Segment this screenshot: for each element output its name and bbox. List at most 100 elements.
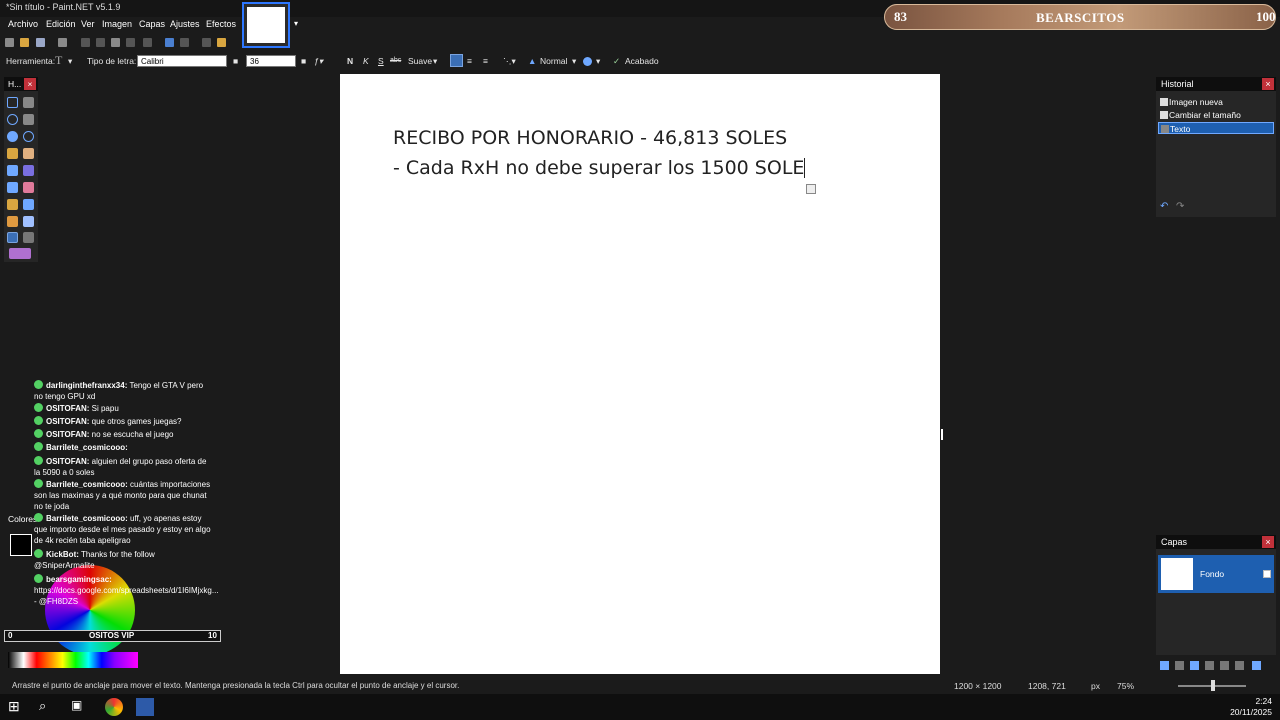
sampling-dropdown-icon[interactable]: ▾ [596,56,600,67]
move-pixels-icon[interactable] [23,114,34,125]
font-select[interactable]: Calibri [137,55,227,67]
italic-button[interactable]: K [363,56,369,66]
badge-icon [34,479,43,488]
copy-icon[interactable] [96,38,105,47]
merge-layer-icon[interactable] [1205,661,1214,670]
close-icon[interactable]: × [1262,78,1274,90]
menu-efectos[interactable]: Efectos [206,19,236,29]
system-clock[interactable]: 2:24 20/11/2025 [1230,696,1272,718]
tab-dropdown-icon[interactable]: ▾ [294,19,298,28]
search-icon[interactable]: ⌕ [39,698,57,716]
windows-start-icon[interactable]: ⊞ [8,698,26,716]
menu-ver[interactable]: Ver [81,19,95,29]
finish-button[interactable]: Acabado [625,56,659,66]
layer-row[interactable]: Fondo [1158,555,1274,593]
move-up-icon[interactable] [1220,661,1229,670]
tool-dropdown-icon[interactable]: ▾ [68,56,72,67]
clone-stamp-icon[interactable] [7,216,18,227]
print-icon[interactable] [58,38,67,47]
fx-icon[interactable]: ƒ▾ [314,56,323,67]
rect-select-icon[interactable] [7,97,18,108]
history-item-selected[interactable]: Texto [1158,122,1274,134]
deselect-icon[interactable] [143,38,152,47]
pan-icon[interactable] [23,148,34,159]
save-icon[interactable] [36,38,45,47]
history-undo-icon[interactable]: ↶ [1160,201,1168,212]
history-header: Historial × [1156,77,1276,91]
recolor-icon[interactable] [23,216,34,227]
delete-layer-icon[interactable] [1175,661,1184,670]
move-selection-icon[interactable] [23,97,34,108]
pencil-icon[interactable] [7,199,18,210]
history-redo-icon[interactable]: ↷ [1176,201,1184,212]
align-right-icon[interactable]: ≡ [483,56,488,66]
brush-icon[interactable] [7,182,18,193]
colors-title: Colores [8,514,38,524]
lasso-icon[interactable] [7,114,18,125]
align-center-icon[interactable]: ≡ [467,56,472,66]
layer-properties-icon[interactable] [1252,661,1261,670]
chrome-icon[interactable] [105,698,123,716]
underline-button[interactable]: S [378,56,384,66]
sampling-icon[interactable] [583,57,592,66]
text-tool-icon[interactable]: T [55,53,62,68]
text-icon[interactable] [7,232,18,243]
layer-visibility-checkbox[interactable] [1263,570,1271,578]
font-size-select[interactable]: 36 [246,55,296,67]
crop-icon[interactable] [126,38,135,47]
image-tab-thumbnail[interactable] [242,2,290,48]
tools-panel-title: H... [8,79,22,89]
primary-color-swatch[interactable] [10,534,32,556]
text-anchor-handle[interactable] [806,184,816,194]
menu-archivo[interactable]: Archivo [8,19,38,29]
history-item[interactable]: Imagen nueva [1158,96,1274,108]
zoom-icon[interactable] [23,131,34,142]
close-icon[interactable]: × [1262,536,1274,548]
new-icon[interactable] [5,38,14,47]
zoom-slider-thumb[interactable] [1211,680,1215,691]
gradient-icon[interactable] [23,165,34,176]
grid-icon[interactable] [202,38,211,47]
color-picker-icon[interactable] [23,199,34,210]
cut-icon[interactable] [81,38,90,47]
eraser-icon[interactable] [23,182,34,193]
menu-capas[interactable]: Capas [139,19,165,29]
vip-left-value: 0 [8,631,13,640]
units-select[interactable]: px [1091,681,1100,691]
menu-edicion[interactable]: Edición [46,19,76,29]
task-view-icon[interactable]: ▣ [71,698,89,716]
line-icon[interactable] [23,232,34,243]
close-icon[interactable]: × [24,78,36,90]
badge-icon [34,380,43,389]
undo-icon[interactable] [165,38,174,47]
select-mode-icon[interactable]: ⋱▾ [503,56,516,67]
ellipse-select-icon[interactable] [7,131,18,142]
align-left-button[interactable] [450,54,463,67]
menu-ajustes[interactable]: Ajustes [170,19,200,29]
shapes-icon[interactable] [9,248,31,259]
color-palette[interactable] [8,652,138,668]
redo-icon[interactable] [180,38,189,47]
move-down-icon[interactable] [1235,661,1244,670]
image-canvas[interactable]: RECIBO POR HONORARIO - 46,813 SOLES - Ca… [340,74,940,674]
zoom-level[interactable]: 75% [1117,681,1134,691]
chat-user: Barrilete_cosmicooo: [46,443,128,452]
magic-wand-icon[interactable] [7,148,18,159]
strikethrough-button[interactable]: abc [390,57,401,64]
blend-mode-select[interactable]: Normal [540,56,567,66]
history-item-label: Imagen nueva [1169,97,1223,107]
antialias-dropdown-icon[interactable]: ▾ [433,56,437,67]
add-layer-icon[interactable] [1160,661,1169,670]
antialias-select[interactable]: Suave [408,56,432,66]
blend-dropdown-icon[interactable]: ▾ [572,56,576,67]
bold-button[interactable]: N [347,56,353,66]
bucket-icon[interactable] [7,165,18,176]
duplicate-layer-icon[interactable] [1190,661,1199,670]
menu-imagen[interactable]: Imagen [102,19,132,29]
size-apply-icon[interactable]: ■ [301,56,306,66]
paste-icon[interactable] [111,38,120,47]
history-item[interactable]: Cambiar el tamaño [1158,109,1274,121]
ruler-icon[interactable] [217,38,226,47]
open-icon[interactable] [20,38,29,47]
paintnet-icon[interactable] [136,698,154,716]
